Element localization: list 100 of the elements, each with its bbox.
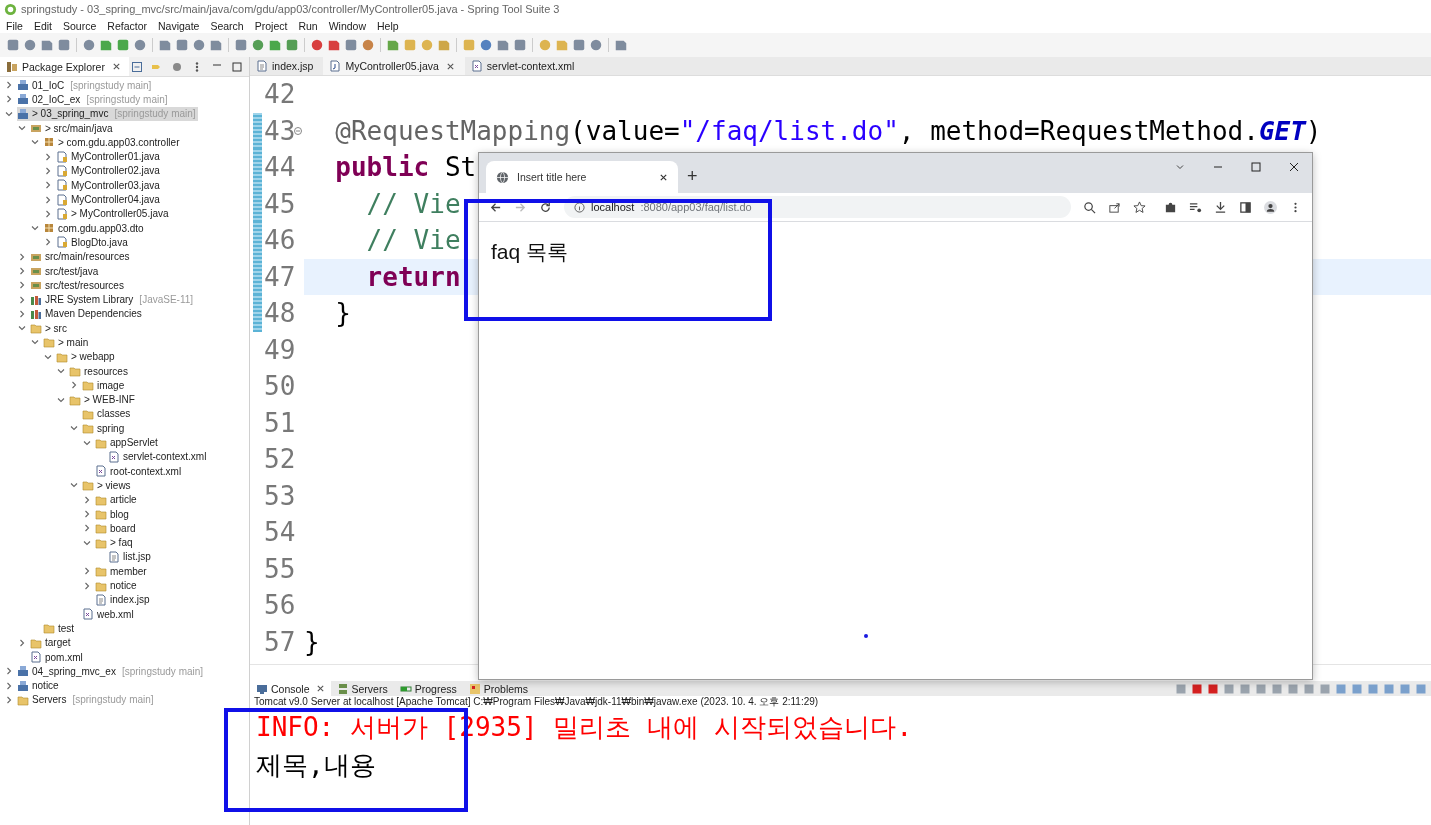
chevron-icon[interactable] bbox=[4, 94, 14, 105]
chevron-icon[interactable] bbox=[4, 666, 14, 677]
view-tab[interactable]: Package Explorer bbox=[0, 57, 129, 76]
tree-item[interactable]: > main bbox=[43, 335, 91, 350]
menu-item[interactable]: Window bbox=[328, 19, 367, 32]
tree-item[interactable]: 04_spring_mvc_ex [springstudy main] bbox=[17, 664, 206, 679]
tree-item[interactable]: 02_IoC_ex [springstudy main] bbox=[17, 92, 170, 107]
collapse-all-icon[interactable] bbox=[131, 60, 143, 73]
tree-item[interactable]: > src bbox=[30, 321, 69, 336]
console-tool-icon[interactable] bbox=[1271, 682, 1283, 695]
console-tool-icon[interactable] bbox=[1351, 682, 1363, 695]
menu-item[interactable]: Search bbox=[210, 19, 244, 32]
tree-item[interactable]: Maven Dependencies bbox=[30, 306, 144, 321]
menu-item[interactable]: Project bbox=[254, 19, 288, 32]
console-tab[interactable]: Servers bbox=[330, 681, 394, 696]
tree-item[interactable]: > faq bbox=[95, 535, 135, 550]
console-tool-icon[interactable] bbox=[1175, 682, 1187, 695]
menu-item[interactable]: Source bbox=[63, 19, 97, 32]
console-tab[interactable]: Console bbox=[250, 681, 331, 696]
chevron-icon[interactable] bbox=[82, 509, 92, 520]
chevron-icon[interactable] bbox=[4, 80, 14, 91]
chevron-icon[interactable] bbox=[17, 308, 27, 319]
tree-item[interactable]: src/main/resources bbox=[30, 249, 132, 264]
tree-item[interactable]: appServlet bbox=[95, 435, 160, 450]
new-tab-button[interactable]: + bbox=[687, 166, 698, 187]
tree-item[interactable]: spring bbox=[82, 421, 127, 436]
chevron-icon[interactable] bbox=[4, 694, 14, 705]
console-tool-icon[interactable] bbox=[1223, 682, 1235, 695]
tree-item[interactable]: index.jsp bbox=[95, 592, 152, 607]
console-tab[interactable]: Problems bbox=[462, 681, 535, 696]
menu-item[interactable]: Edit bbox=[33, 19, 52, 32]
tree-item[interactable]: > com.gdu.app03.controller bbox=[43, 135, 182, 150]
console-tool-icon[interactable] bbox=[1239, 682, 1251, 695]
console-tool-icon[interactable] bbox=[1255, 682, 1267, 695]
tree-item[interactable]: MyController04.java bbox=[56, 192, 162, 207]
console-tool-icon[interactable] bbox=[1383, 682, 1395, 695]
tree-item[interactable]: root-context.xml bbox=[95, 464, 184, 479]
menu-item[interactable]: Refactor bbox=[107, 19, 147, 32]
console-tool-icon[interactable] bbox=[1399, 682, 1411, 695]
tree-item[interactable]: > WEB-INF bbox=[69, 392, 137, 407]
chevron-icon[interactable] bbox=[17, 266, 27, 276]
tree-item[interactable]: Servers [springstudy main] bbox=[17, 692, 156, 707]
chevron-icon[interactable] bbox=[43, 208, 53, 219]
tree-item[interactable]: > views bbox=[82, 478, 133, 493]
tree-item[interactable]: servlet-context.xml bbox=[108, 449, 209, 464]
console-tool-icon[interactable] bbox=[1367, 682, 1379, 695]
menu-item[interactable]: Navigate bbox=[158, 19, 200, 32]
tree-item[interactable]: MyController02.java bbox=[56, 163, 162, 178]
tree-item[interactable]: notice bbox=[95, 578, 139, 593]
tree-item[interactable]: BlogDto.java bbox=[56, 235, 130, 250]
chevron-icon[interactable] bbox=[43, 194, 53, 205]
tree-item[interactable]: src/test/resources bbox=[30, 278, 126, 293]
tree-item[interactable]: src/test/java bbox=[30, 264, 101, 278]
tree-item[interactable]: com.gdu.app03.dto bbox=[43, 221, 146, 236]
tree-item[interactable]: JRE System Library [JavaSE-11] bbox=[30, 292, 196, 307]
tree-item[interactable]: > webapp bbox=[56, 349, 117, 364]
console-tool-icon[interactable] bbox=[1303, 682, 1315, 695]
tree-item[interactable]: blog bbox=[95, 507, 131, 522]
console-tool-icon[interactable] bbox=[1191, 682, 1203, 695]
tree-item[interactable]: MyController01.java bbox=[56, 149, 162, 164]
tree-item[interactable]: board bbox=[95, 521, 138, 536]
console-tool-icon[interactable] bbox=[1335, 682, 1347, 695]
tree-item[interactable]: article bbox=[95, 492, 139, 507]
zoom-icon[interactable] bbox=[1083, 200, 1096, 214]
tree-item[interactable]: MyController03.java bbox=[56, 178, 162, 193]
editor-tab[interactable]: MyController05.java bbox=[323, 57, 465, 75]
star-icon[interactable] bbox=[1133, 200, 1146, 214]
reload-icon[interactable] bbox=[539, 200, 552, 214]
share-icon[interactable] bbox=[1108, 200, 1121, 214]
media-icon[interactable] bbox=[1189, 200, 1202, 214]
console-tool-icon[interactable] bbox=[1287, 682, 1299, 695]
chevron-icon[interactable] bbox=[43, 237, 53, 248]
download-icon[interactable] bbox=[1214, 200, 1227, 214]
tree-item[interactable]: image bbox=[82, 378, 127, 393]
console-tool-icon[interactable] bbox=[1415, 682, 1427, 695]
editor-tab[interactable]: index.jsp bbox=[250, 57, 324, 75]
browser-tab[interactable]: Insert title here bbox=[486, 161, 678, 193]
console-tab[interactable]: Progress bbox=[393, 681, 463, 696]
tree-item[interactable]: target bbox=[30, 635, 73, 650]
chevron-icon[interactable] bbox=[69, 380, 79, 391]
maximize-icon[interactable] bbox=[1250, 161, 1262, 173]
tree-item[interactable]: list.jsp bbox=[108, 549, 153, 564]
tree-item[interactable]: 01_IoC [springstudy main] bbox=[17, 78, 154, 93]
chevron-icon[interactable] bbox=[43, 180, 53, 191]
chevron-icon[interactable] bbox=[82, 494, 92, 505]
puzzle-icon[interactable] bbox=[1164, 200, 1177, 214]
editor-tab[interactable]: servlet-context.xml bbox=[464, 57, 585, 75]
chevron-icon[interactable] bbox=[17, 280, 27, 291]
chevron-icon[interactable] bbox=[43, 165, 53, 176]
chevron-icon[interactable] bbox=[82, 580, 92, 591]
console-tool-icon[interactable] bbox=[1207, 682, 1219, 695]
tree-item[interactable]: notice bbox=[17, 678, 61, 693]
chevron-icon[interactable] bbox=[82, 566, 92, 577]
profile-icon[interactable] bbox=[1264, 200, 1277, 214]
tree-item[interactable]: > src/main/java bbox=[30, 121, 115, 136]
close-icon[interactable] bbox=[1288, 161, 1300, 173]
chevron-icon[interactable] bbox=[4, 680, 14, 691]
tree-item[interactable]: > 03_spring_mvc [springstudy main] bbox=[17, 106, 198, 121]
tree-item[interactable]: test bbox=[43, 621, 77, 636]
filter-icon[interactable] bbox=[171, 60, 183, 73]
